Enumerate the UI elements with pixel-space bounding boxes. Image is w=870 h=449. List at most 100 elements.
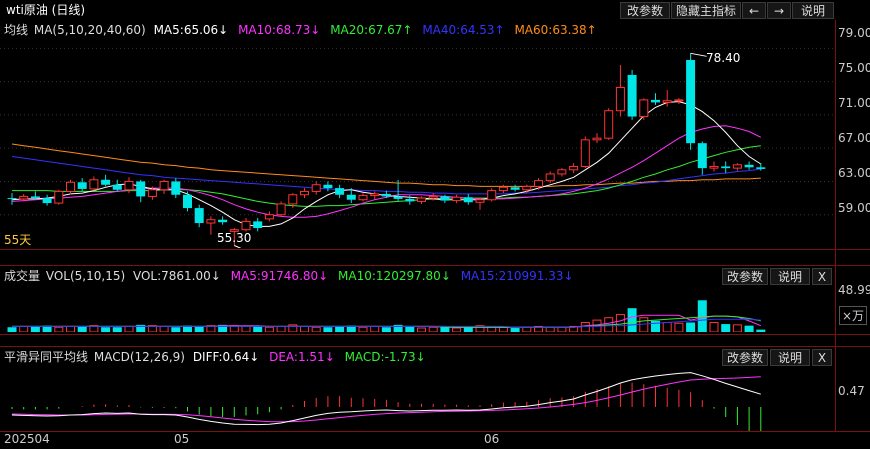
volume-bar [428,326,438,332]
volume-axis: 48.99 ×万 [836,283,870,332]
macd-help-button[interactable]: 说明 [770,349,810,366]
volume-bar [417,327,426,332]
volume-bar [112,327,122,332]
volume-bar [253,326,263,332]
macd-close-icon[interactable]: X [812,349,832,366]
chart-title: wti原油 (日线) [6,3,86,17]
candle-body [557,169,567,175]
ma-params: MA(5,10,20,40,60) [33,23,146,37]
help-button[interactable]: 说明 [792,2,834,19]
volume-bar [381,327,391,332]
ma40-value: MA40:64.53↑ [422,23,505,37]
candle-body [756,167,766,169]
volume-bar [522,326,532,332]
candle-body [323,184,333,189]
candle-body [136,181,146,197]
dea-line [11,376,761,423]
x-label: 06 [484,432,500,446]
candle-body [183,194,192,209]
volume-bar [323,327,333,332]
volume-bar [264,326,274,332]
candle-body [534,180,543,187]
hide-main-indicator-button[interactable]: 隐藏主指标 [671,2,741,19]
volume-bar [732,324,742,332]
candle-body [732,164,742,169]
candle-body [218,219,228,223]
macd-change-params-button[interactable]: 改参数 [722,349,768,366]
candle-body [300,190,309,196]
volume-bar [686,322,696,332]
candle-body [381,193,391,197]
volume-bar [124,325,134,332]
candle-body [171,181,181,195]
candle-body [615,86,625,112]
y-tick: 63.00 [838,166,870,180]
arrow-left-icon[interactable]: ← [742,2,766,19]
volume-chart[interactable] [0,286,836,332]
volume-bar [651,320,660,332]
ma-legend: 均线 MA(5,10,20,40,60) MA5:65.06↓ MA10:68.… [0,20,836,40]
volume-bar [300,325,309,332]
y-tick: 67.00 [838,131,870,145]
volume-bar [721,324,731,332]
vol-ma5-line [12,314,761,328]
volume-bar [510,328,520,332]
candle-body [159,180,169,191]
candle-body [206,219,216,224]
volume-panel-name: 成交量 [4,269,41,283]
macd-value: MACD:-1.73↓ [344,350,426,364]
candle-body [19,195,29,200]
change-params-button[interactable]: 改参数 [620,2,670,19]
candle-body [241,220,251,231]
volume-bar [627,308,637,332]
candle-body [417,197,426,202]
volume-bar [662,321,672,332]
macd-params: MACD(12,26,9) [93,350,185,364]
low-annotation: 55.30 [217,231,252,245]
candle-body [346,194,356,200]
macd-chart[interactable] [0,367,836,431]
volume-bar [358,326,368,332]
axis-divider [835,20,836,432]
vol-value: VOL:7861.00↓ [132,269,221,283]
volume-bar [463,327,473,332]
candle-body [569,165,579,171]
volume-close-icon[interactable]: X [812,268,832,285]
candle-body [288,194,298,205]
volume-bar [498,326,508,332]
y-tick: 71.00 [838,96,870,110]
volume-bar [674,322,684,332]
price-chart[interactable] [0,40,836,248]
volume-params: VOL(5,10,15) [45,269,126,283]
candle-body [744,164,754,168]
volume-bar [311,326,321,332]
macd-panel-name: 平滑异同平均线 [4,350,89,364]
candle-body [358,195,368,201]
candle-body [475,199,485,203]
candle-body [42,198,52,204]
candle-body [7,198,17,200]
volume-bar [276,325,286,332]
ma-panel-name: 均线 [4,23,29,37]
volume-bar [709,321,719,332]
arrow-right-icon[interactable]: → [767,2,791,19]
volume-help-button[interactable]: 说明 [770,268,810,285]
candle-body [721,166,731,169]
volume-bar [30,326,40,332]
volume-change-params-button[interactable]: 改参数 [722,268,768,285]
high-annotation: 78.40 [706,51,741,65]
candle-body [452,196,462,202]
ma5-line [11,101,762,227]
volume-bar [7,327,17,332]
candle-body [253,221,263,229]
ma10-value: MA10:68.73↓ [238,23,321,37]
price-axis: 79.00 75.00 71.00 67.00 63.00 59.00 [836,26,870,248]
volume-bar [744,325,754,332]
candle-body [510,187,520,190]
volume-bar [639,317,649,332]
candle-body [147,189,157,197]
candle-body [545,173,555,182]
candle-body [709,165,719,169]
vol-ma15-value: MA15:210991.33↓ [460,269,574,283]
volume-bar [335,326,345,332]
